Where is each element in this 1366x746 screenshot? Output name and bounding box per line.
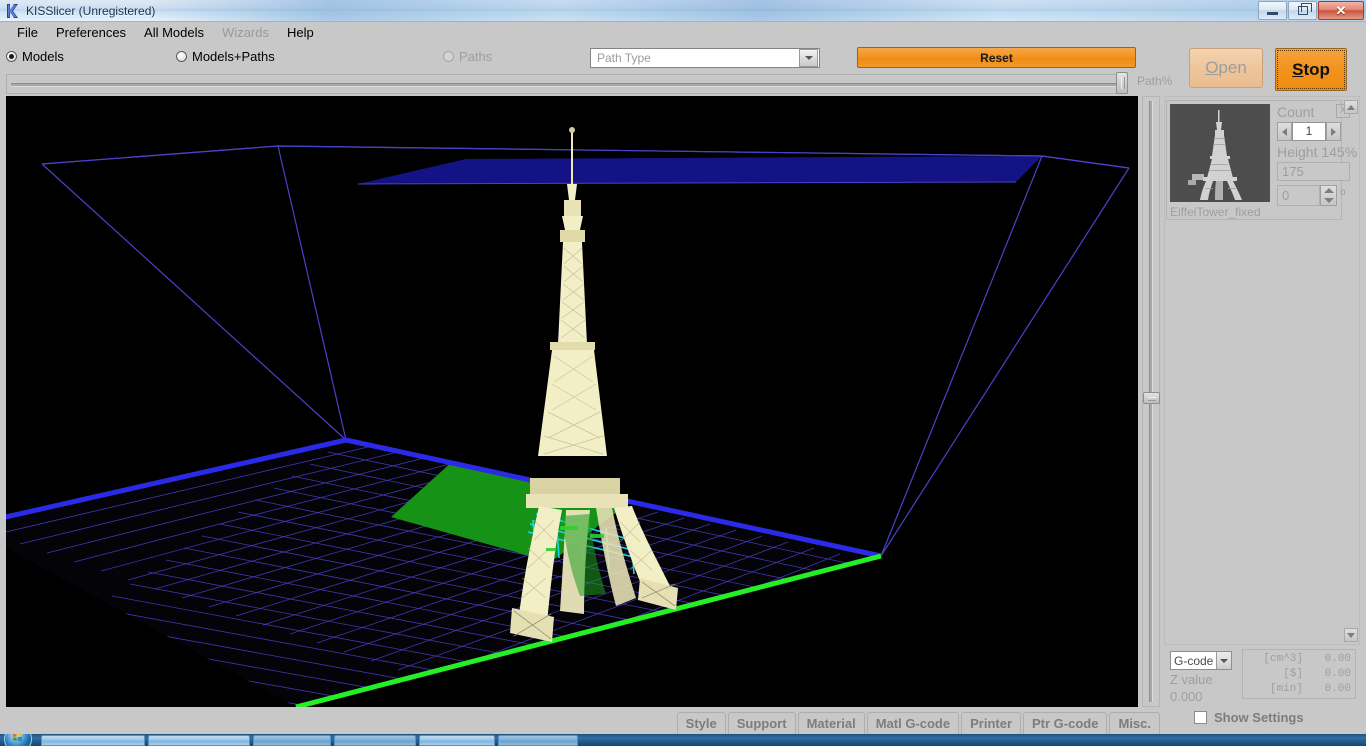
tab-material[interactable]: Material (797, 712, 865, 734)
radio-models-label: Models (22, 49, 64, 64)
menu-bar: File Preferences All Models Wizards Help (0, 22, 1366, 44)
radio-paths-label: Paths (459, 49, 493, 64)
open-accel: O (1205, 58, 1219, 77)
close-button[interactable]: ✕ (1318, 1, 1364, 20)
stop-button-label-rest: top (1303, 59, 1330, 79)
window-title: KISSlicer (Unregistered) (26, 4, 156, 18)
z-value-label: Z value (1170, 672, 1213, 687)
kisslicer-window: KISSlicer (Unregistered) ✕ File Preferen… (0, 0, 1366, 746)
print-stats-box: [cm^3] 0.00 [$] 0.00 [min] 0.00 (1242, 649, 1356, 699)
stat-value: 0.00 (1324, 683, 1351, 695)
stat-row-cost: [$] 0.00 (1245, 667, 1351, 682)
stat-row-volume: [cm^3] 0.00 (1245, 652, 1351, 667)
settings-tab-strip: Style Support Material Matl G-code Print… (0, 712, 1366, 734)
title-bar-gloss (0, 0, 1366, 21)
open-button: Open (1189, 48, 1263, 88)
radio-models-paths-label: Models+Paths (192, 49, 275, 64)
count-label: Count (1277, 104, 1315, 120)
kisslicer-logo-icon (7, 4, 18, 18)
taskbar-button[interactable] (334, 734, 416, 746)
chevron-down-icon (799, 49, 818, 67)
height-input[interactable]: 175 (1277, 162, 1350, 181)
menu-item-wizards: Wizards (222, 25, 269, 40)
window-controls: ✕ (1258, 1, 1364, 21)
menu-item-all-models[interactable]: All Models (135, 23, 213, 43)
rotation-down-icon[interactable] (1323, 197, 1334, 203)
z-value-readout: 0.000 (1170, 689, 1203, 704)
tab-style[interactable]: Style (676, 712, 726, 734)
radio-paths: Paths (443, 49, 492, 64)
reset-button[interactable]: Reset (857, 47, 1136, 68)
radio-models-paths-dot (176, 51, 187, 62)
stop-accel: S (1292, 59, 1304, 79)
stat-key: [cm^3] (1263, 653, 1303, 665)
radio-models-dot (6, 51, 17, 62)
minimize-icon (1267, 12, 1278, 15)
count-increment-button[interactable] (1326, 122, 1341, 141)
chevron-down-icon (1216, 652, 1231, 669)
title-bar: KISSlicer (Unregistered) ✕ (0, 0, 1366, 22)
model-side-panel: EiffelTower_fixed Count X 1 Height 145% … (1164, 96, 1360, 725)
stat-key: [$] (1283, 668, 1303, 680)
panel-scroll-up-button[interactable] (1344, 100, 1358, 114)
stat-key: [min] (1269, 683, 1303, 695)
z-slider-thumb[interactable] (1143, 392, 1160, 404)
taskbar-button[interactable] (498, 734, 578, 746)
panel-scroll-down-button[interactable] (1344, 628, 1358, 642)
menu-item-file[interactable]: File (8, 23, 47, 43)
menu-item-help[interactable]: Help (278, 23, 323, 43)
minimize-button[interactable] (1258, 1, 1287, 20)
path-percent-label: Path% (1137, 74, 1173, 88)
path-percent-thumb[interactable] (1116, 72, 1128, 94)
height-label: Height 145% (1277, 144, 1358, 160)
radio-paths-dot (443, 51, 454, 62)
tab-printer[interactable]: Printer (961, 712, 1022, 734)
stat-value: 0.00 (1324, 653, 1351, 665)
stop-button[interactable]: Stop (1275, 48, 1347, 91)
restore-icon (1297, 3, 1312, 15)
rotation-unit-label: o (1340, 187, 1346, 198)
path-type-value: Path Type (597, 51, 651, 65)
rotation-input[interactable]: 0 (1277, 185, 1320, 206)
gcode-type-dropdown[interactable]: G-code (1170, 651, 1232, 670)
tab-matl-gcode[interactable]: Matl G-code (866, 712, 960, 734)
radio-models[interactable]: Models (6, 49, 64, 64)
maximize-restore-button[interactable] (1288, 1, 1317, 20)
rotation-stepper[interactable] (1320, 185, 1337, 206)
start-button[interactable] (0, 734, 38, 746)
path-percent-track (11, 83, 1125, 87)
taskbar-button[interactable] (148, 734, 250, 746)
count-value[interactable]: 1 (1292, 122, 1326, 141)
menu-item-preferences[interactable]: Preferences (47, 23, 135, 43)
stat-row-time: [min] 0.00 (1245, 682, 1351, 697)
rotation-up-icon[interactable] (1323, 188, 1334, 194)
3d-viewport[interactable] (6, 96, 1138, 707)
gcode-type-value: G-code (1174, 653, 1214, 668)
eiffel-tower-thumbnail (1170, 104, 1270, 202)
tab-support[interactable]: Support (727, 712, 796, 734)
model-list-item[interactable]: EiffelTower_fixed Count X 1 Height 145% … (1166, 100, 1357, 220)
close-icon: ✕ (1335, 3, 1347, 18)
path-percent-slider[interactable] (6, 74, 1128, 94)
taskbar-button[interactable] (253, 734, 331, 746)
stat-value: 0.00 (1324, 668, 1351, 680)
count-decrement-button[interactable] (1277, 122, 1292, 141)
windows-flag-icon (12, 734, 23, 742)
build-volume-render (6, 96, 1138, 707)
taskbar-button[interactable] (419, 734, 495, 746)
tab-misc[interactable]: Misc. (1109, 712, 1160, 734)
path-type-dropdown[interactable]: Path Type (590, 48, 820, 68)
count-stepper[interactable]: 1 (1277, 122, 1341, 141)
model-name-label: EiffelTower_fixed (1170, 205, 1261, 219)
windows-taskbar (0, 734, 1366, 746)
taskbar-button[interactable] (41, 734, 145, 746)
open-button-label-rest: pen (1218, 58, 1247, 77)
tab-ptr-gcode[interactable]: Ptr G-code (1023, 712, 1108, 734)
radio-models-paths[interactable]: Models+Paths (176, 49, 275, 64)
